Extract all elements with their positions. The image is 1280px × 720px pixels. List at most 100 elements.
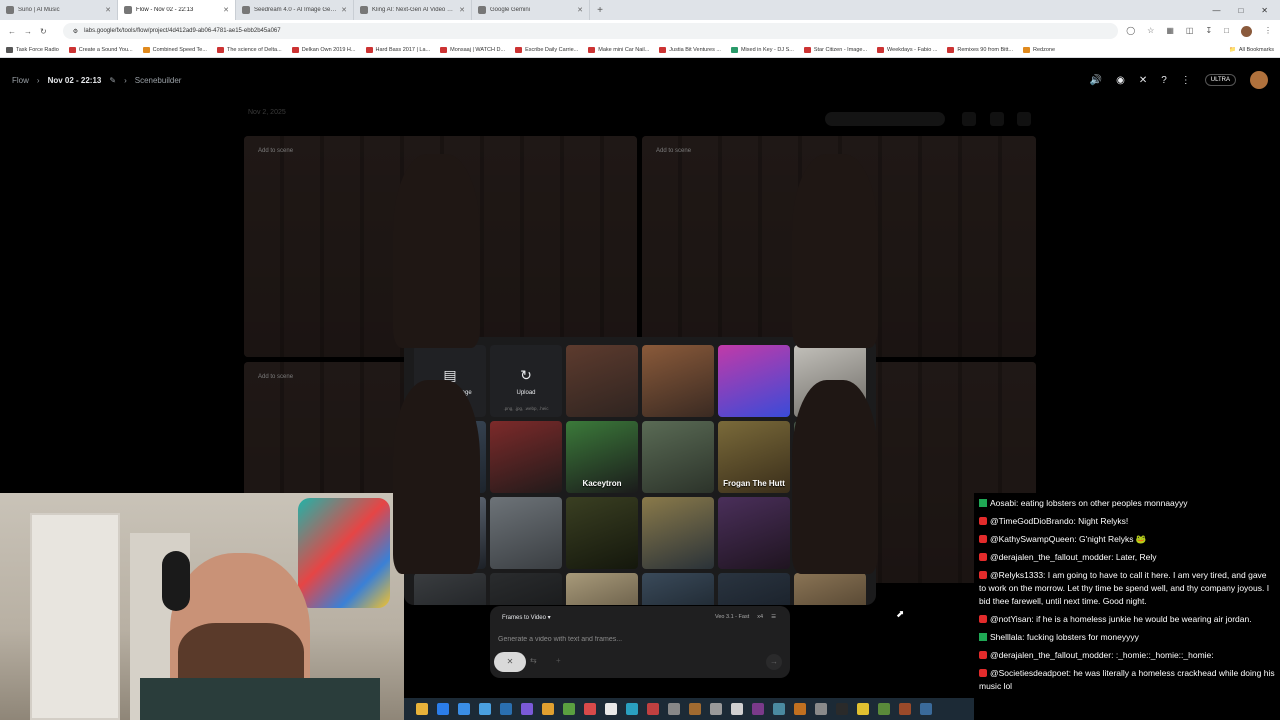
taskbar-app-icon[interactable] (668, 703, 680, 715)
menu-icon[interactable]: ⋮ (1264, 26, 1272, 37)
minimize-icon[interactable]: — (1212, 6, 1220, 15)
browser-tab[interactable]: Flow - Nov 02 - 22:13 ✕ (118, 0, 236, 20)
help-icon[interactable]: ? (1161, 75, 1167, 86)
taskbar-app-icon[interactable] (689, 703, 701, 715)
asset-thumbnail[interactable] (642, 345, 714, 417)
tab-close-icon[interactable]: ✕ (577, 6, 583, 14)
taskbar-app-icon[interactable] (458, 703, 470, 715)
taskbar-app-icon[interactable] (836, 703, 848, 715)
url-field[interactable]: ⚙ labs.google/fx/tools/flow/project/4d41… (62, 23, 1119, 39)
taskbar-app-icon[interactable] (584, 703, 596, 715)
tab-close-icon[interactable]: ✕ (105, 6, 111, 14)
swap-frames-icon[interactable]: ⇆ (530, 656, 537, 665)
all-bookmarks-button[interactable]: 📁 All Bookmarks (1229, 47, 1274, 53)
x-twitter-icon[interactable]: ✕ (1139, 75, 1147, 86)
asset-thumbnail[interactable] (642, 421, 714, 493)
bookmark-item[interactable]: The science of Delta... (216, 46, 282, 53)
asset-thumbnail[interactable]: Frogan The Hutt (718, 421, 790, 493)
add-to-scene-label[interactable]: Add to scene (258, 148, 293, 154)
bookmark-item[interactable]: Star Citizen - Image... (803, 46, 867, 53)
bookmark-item[interactable]: Justia Bit Ventures ... (659, 46, 721, 53)
close-window-icon[interactable]: ✕ (1261, 6, 1268, 15)
taskbar-app-icon[interactable] (437, 703, 449, 715)
upload-button[interactable]: ↻ Upload .png, .jpg, .webp, .heic (490, 345, 562, 417)
asset-thumbnail[interactable] (566, 573, 638, 605)
prompt-input[interactable] (498, 632, 778, 646)
bookmark-item[interactable]: Remixes 90 from Bitt... (947, 46, 1013, 53)
taskbar-app-icon[interactable] (815, 703, 827, 715)
bookmark-item[interactable]: Monsaaj | WATCH D... (440, 46, 505, 53)
taskbar-app-icon[interactable] (773, 703, 785, 715)
bookmark-item[interactable]: Make mini Car Nail... (588, 46, 649, 53)
tab-close-icon[interactable]: ✕ (459, 6, 465, 14)
discord-icon[interactable]: ◉ (1116, 75, 1125, 86)
tab-close-icon[interactable]: ✕ (341, 6, 347, 14)
list-view-icon[interactable] (990, 112, 1004, 126)
taskbar-app-icon[interactable] (626, 703, 638, 715)
extensions-icon[interactable]: ▦ (1166, 26, 1174, 37)
more-menu-icon[interactable]: ⋮ (1181, 75, 1191, 86)
taskbar-app-icon[interactable] (647, 703, 659, 715)
browser-tab[interactable]: Kling AI: Next-Gen AI Video &... ✕ (354, 0, 472, 20)
bookmark-item[interactable]: Create a Sound You... (68, 46, 133, 53)
scene-search-pill[interactable] (825, 112, 945, 126)
tab-close-icon[interactable]: ✕ (223, 6, 229, 14)
tab-search-icon[interactable]: □ (1224, 26, 1229, 37)
download-icon[interactable]: ↧ (1205, 26, 1212, 37)
asset-thumbnail[interactable] (414, 573, 486, 605)
favorite-icon[interactable] (1017, 112, 1031, 126)
taskbar-app-icon[interactable] (521, 703, 533, 715)
asset-thumbnail[interactable] (566, 345, 638, 417)
site-info-icon[interactable]: ⚙ (73, 28, 78, 35)
asset-thumbnail[interactable] (718, 345, 790, 417)
bookmark-item[interactable]: Hard Bass 2017 | La... (365, 46, 430, 53)
taskbar-app-icon[interactable] (563, 703, 575, 715)
star-icon[interactable]: ☆ (1147, 26, 1154, 37)
grid-view-icon[interactable] (962, 112, 976, 126)
add-to-scene-label[interactable]: Add to scene (258, 374, 293, 380)
sidepanel-icon[interactable]: ◫ (1186, 26, 1194, 37)
add-frame-icon[interactable]: + (556, 656, 561, 665)
bookmark-item[interactable]: Weekdays - Fabio ... (877, 46, 937, 53)
asset-thumbnail[interactable]: Kaceytron (566, 421, 638, 493)
asset-thumbnail[interactable] (566, 497, 638, 569)
browser-tab[interactable]: Google Gemini ✕ (472, 0, 590, 20)
taskbar-app-icon[interactable] (416, 703, 428, 715)
reload-icon[interactable]: ↻ (40, 27, 47, 36)
taskbar-app-icon[interactable] (500, 703, 512, 715)
asset-thumbnail[interactable] (642, 497, 714, 569)
bookmark-item[interactable]: Task Force Radio (6, 46, 59, 53)
model-selector[interactable]: Veo 3.1 - Fast x4 ☰ (715, 614, 776, 620)
bookmark-item[interactable]: Delkan Own 2019 H... (291, 46, 356, 53)
asset-thumbnail[interactable] (490, 421, 562, 493)
taskbar-app-icon[interactable] (731, 703, 743, 715)
clear-frame-button[interactable]: ✕ (494, 652, 526, 672)
asset-thumbnail[interactable] (718, 573, 790, 605)
taskbar-app-icon[interactable] (899, 703, 911, 715)
browser-tab[interactable]: Seedream 4.0 - AI Image Gene... ✕ (236, 0, 354, 20)
taskbar-app-icon[interactable] (479, 703, 491, 715)
taskbar-app-icon[interactable] (752, 703, 764, 715)
eye-off-icon[interactable]: ◯ (1126, 26, 1135, 37)
back-icon[interactable]: ← (8, 27, 16, 36)
asset-thumbnail[interactable] (490, 573, 562, 605)
scene-frame[interactable]: Add to scene (642, 136, 1036, 357)
taskbar-app-icon[interactable] (710, 703, 722, 715)
send-button[interactable]: → (766, 654, 782, 670)
bookmark-item[interactable]: Escribe Daily Carrie... (515, 46, 578, 53)
asset-thumbnail[interactable] (642, 573, 714, 605)
taskbar-app-icon[interactable] (857, 703, 869, 715)
browser-tab[interactable]: Suno | AI Music ✕ (0, 0, 118, 20)
asset-thumbnail[interactable] (794, 573, 866, 605)
forward-icon[interactable]: → (24, 27, 32, 36)
bookmark-item[interactable]: Redzone (1023, 46, 1055, 53)
brand-link[interactable]: Flow (12, 76, 29, 85)
scene-frame[interactable]: Add to scene (244, 136, 637, 357)
new-tab-button[interactable]: + (590, 5, 610, 16)
user-avatar[interactable] (1250, 71, 1268, 89)
bookmark-item[interactable]: Mixed in Key - DJ S... (730, 46, 794, 53)
add-to-scene-label[interactable]: Add to scene (656, 148, 691, 154)
taskbar-app-icon[interactable] (542, 703, 554, 715)
project-title[interactable]: Nov 02 - 22:13 (48, 76, 102, 85)
profile-avatar[interactable] (1241, 25, 1252, 37)
